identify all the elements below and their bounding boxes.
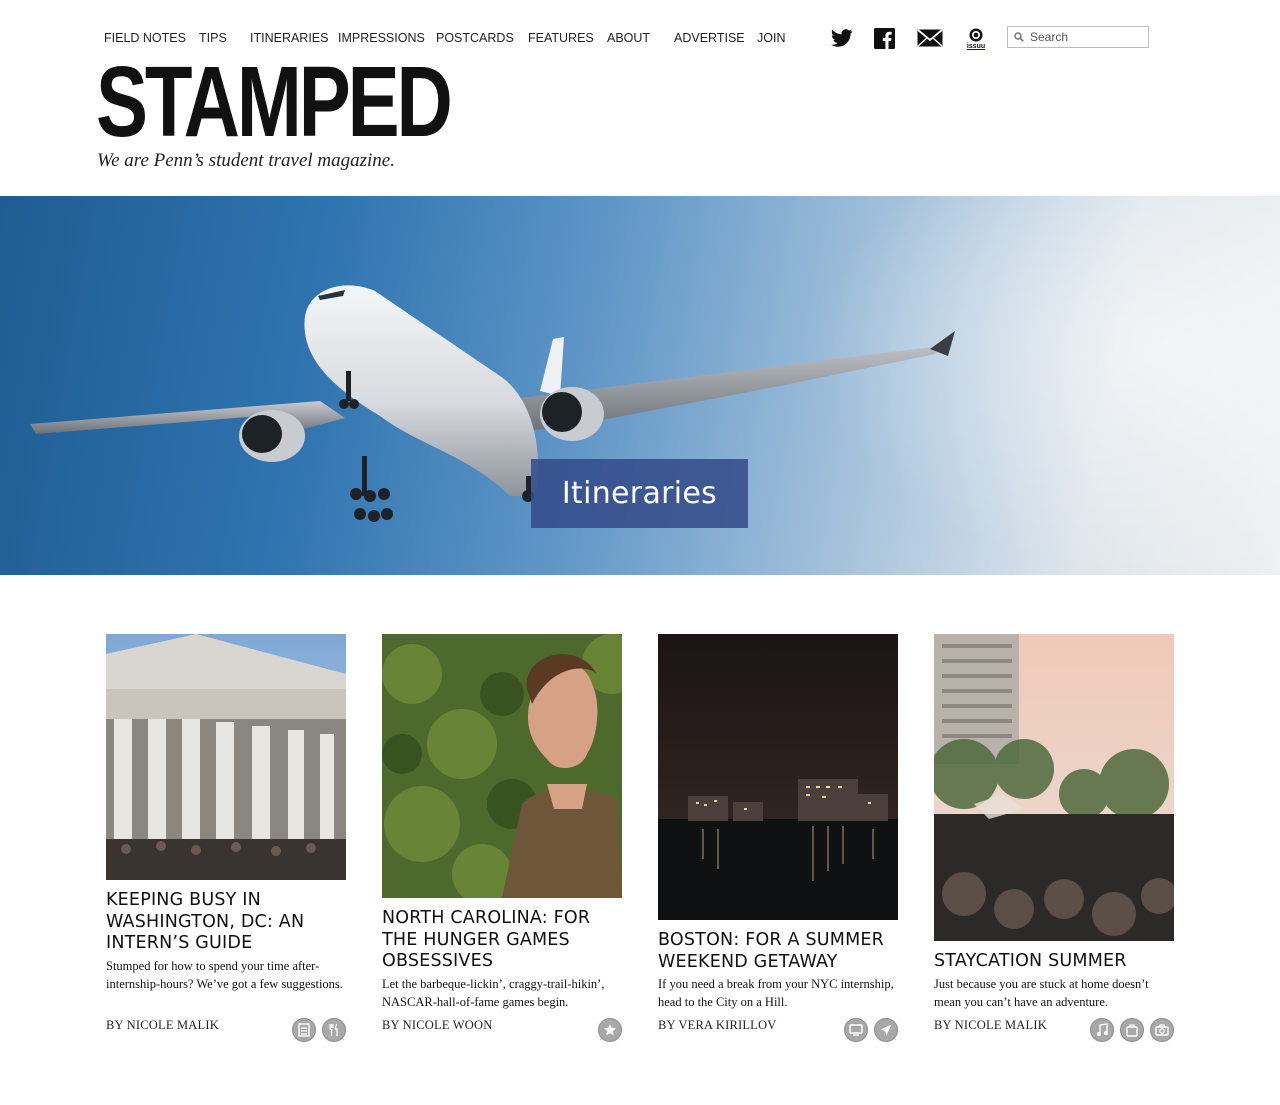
search-icon xyxy=(1008,32,1030,42)
article-category-icons xyxy=(844,1018,898,1042)
article-image-crowd[interactable] xyxy=(934,634,1174,941)
article-byline[interactable]: BY NICOLE MALIK xyxy=(934,1018,1047,1033)
airplane-icon[interactable] xyxy=(874,1018,898,1042)
issuu-label: issuu xyxy=(966,43,986,50)
article-byline[interactable]: BY VERA KIRILLOV xyxy=(658,1018,776,1033)
article-category-icons xyxy=(292,1018,346,1042)
search-input[interactable] xyxy=(1030,30,1140,44)
nav-about[interactable]: ABOUT xyxy=(607,31,650,45)
search-box xyxy=(1007,26,1149,48)
camera-icon[interactable] xyxy=(1150,1018,1174,1042)
twitter-icon[interactable] xyxy=(830,26,854,50)
nav-itineraries[interactable]: ITINERARIES xyxy=(250,31,329,45)
article-description: If you need a break from your NYC intern… xyxy=(658,977,894,1009)
site-tagline: We are Penn’s student travel magazine. xyxy=(97,150,395,171)
mail-icon[interactable] xyxy=(916,26,944,50)
nav-tips[interactable]: TIPS xyxy=(199,31,227,45)
article-title[interactable]: BOSTON: FOR A SUMMER WEEKEND GETAWAY xyxy=(658,930,898,973)
hero-category-label[interactable]: Itineraries xyxy=(531,459,748,528)
notepad-icon[interactable] xyxy=(292,1018,316,1042)
nav-impressions[interactable]: IMPRESSIONS xyxy=(338,31,425,45)
nav-advertise[interactable]: ADVERTISE xyxy=(674,31,745,45)
article-byline[interactable]: BY NICOLE WOON xyxy=(382,1018,492,1033)
article-image-portrait[interactable] xyxy=(382,634,622,898)
article-title[interactable]: STAYCATION SUMMER xyxy=(934,951,1174,973)
fork-knife-icon[interactable] xyxy=(322,1018,346,1042)
article-category-icons xyxy=(1090,1018,1174,1042)
music-note-icon[interactable] xyxy=(1090,1018,1114,1042)
issuu-icon[interactable]: issuu xyxy=(964,26,988,52)
hero-banner[interactable]: Itineraries xyxy=(0,196,1280,575)
article-description: Stumped for how to spend your time after… xyxy=(106,959,343,991)
nav-postcards[interactable]: POSTCARDS xyxy=(436,31,514,45)
article-title[interactable]: NORTH CAROLINA: FOR THE HUNGER GAMES OBS… xyxy=(382,908,622,973)
facebook-icon[interactable] xyxy=(873,26,895,50)
site-logo[interactable]: STAMPED xyxy=(96,52,453,152)
star-icon[interactable] xyxy=(598,1018,622,1042)
suitcase-icon[interactable] xyxy=(1120,1018,1144,1042)
article-description: Let the barbeque-lickin’, craggy-trail-h… xyxy=(382,977,605,1009)
article-image-memorial[interactable] xyxy=(106,634,346,880)
nav-join[interactable]: JOIN xyxy=(757,31,785,45)
nav-features[interactable]: FEATURES xyxy=(528,31,594,45)
article-byline[interactable]: BY NICOLE MALIK xyxy=(106,1018,219,1033)
article-image-skyline[interactable] xyxy=(658,634,898,920)
nav-field-notes[interactable]: FIELD NOTES xyxy=(104,31,186,45)
article-category-icons xyxy=(598,1018,622,1042)
article-description: Just because you are stuck at home doesn… xyxy=(934,977,1149,1009)
tv-icon[interactable] xyxy=(844,1018,868,1042)
article-title[interactable]: KEEPING BUSY IN WASHINGTON, DC: AN INTER… xyxy=(106,890,346,955)
